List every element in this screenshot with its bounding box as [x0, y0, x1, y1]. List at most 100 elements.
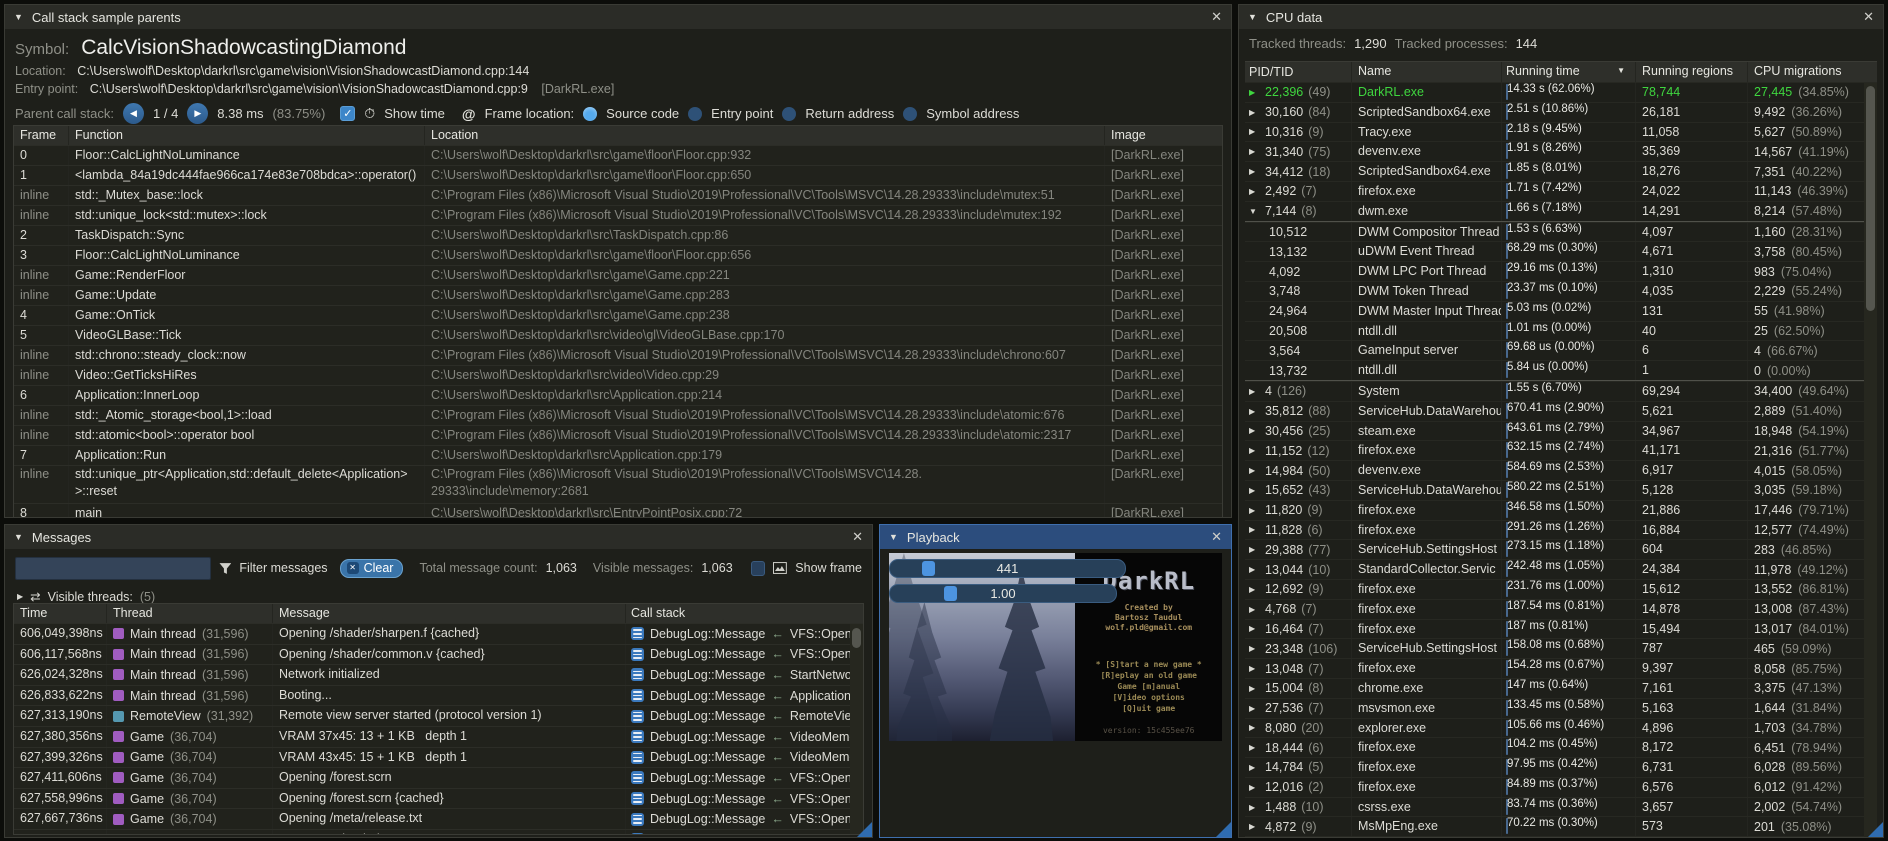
callstack-cell[interactable]: DebugLog::Message←VideoMemo: [625, 727, 863, 747]
resize-grip[interactable]: [1216, 822, 1231, 837]
cpu-process-row[interactable]: ▶16,464(7)firefox.exe187 ms (0.81%)15,49…: [1245, 619, 1877, 639]
callstack-table-row[interactable]: inlinestd::unique_lock<std::mutex>::lock…: [14, 205, 1222, 225]
column-header-image[interactable]: Image: [1104, 126, 1222, 145]
callstack-list-icon[interactable]: [631, 792, 644, 805]
expand-icon[interactable]: ▶: [1249, 565, 1260, 574]
cpu-process-row[interactable]: 3,564GameInput server69.68 us (0.00%)64(…: [1245, 340, 1877, 360]
column-header-location[interactable]: Location: [424, 126, 1104, 145]
cpu-process-row[interactable]: ▶13,048(7)firefox.exe154.28 ms (0.67%)9,…: [1245, 658, 1877, 678]
collapse-icon[interactable]: ▼: [1248, 12, 1257, 22]
column-header-callstack[interactable]: Call stack: [625, 604, 863, 623]
expand-icon[interactable]: ▶: [1249, 147, 1260, 156]
message-row[interactable]: 626,024,328nsMain thread(31,596)Network …: [14, 664, 863, 685]
message-row[interactable]: 606,117,568nsMain thread(31,596)Opening …: [14, 644, 863, 665]
expand-icon[interactable]: ▶: [1249, 704, 1260, 713]
expand-icon[interactable]: ▶: [1249, 88, 1260, 97]
message-row[interactable]: 606,049,398nsMain thread(31,596)Opening …: [14, 623, 863, 644]
expand-icon[interactable]: ▶: [1249, 446, 1260, 455]
messages-scrollbar[interactable]: [850, 624, 863, 834]
expand-icon[interactable]: ▶: [17, 592, 23, 601]
message-row[interactable]: 627,667,736nsGame(36,704)Opening /meta/r…: [14, 808, 863, 829]
expand-icon[interactable]: ▶: [1249, 426, 1260, 435]
cpu-process-row[interactable]: 24,964DWM Master Input Thread5.03 ms (0.…: [1245, 301, 1877, 321]
expand-icon[interactable]: ▶: [1249, 723, 1260, 732]
cpu-process-row[interactable]: ▶4,872(9)MsMpEng.exe70.22 ms (0.30%)5732…: [1245, 816, 1877, 836]
playback-speed-slider[interactable]: 1.00: [889, 584, 1117, 603]
next-callstack-button[interactable]: ▶: [187, 103, 208, 124]
cpu-process-row[interactable]: ▶10,316(9)Tracy.exe2.18 s (9.45%)11,0585…: [1245, 122, 1877, 142]
cpu-process-row[interactable]: ▶27,536(7)msvsmon.exe133.45 ms (0.58%)5,…: [1245, 698, 1877, 718]
callstack-table-row[interactable]: inlinestd::_Atomic_storage<bool,1>::load…: [14, 405, 1222, 425]
message-row[interactable]: 627,313,190nsRemoteView(31,392)Remote vi…: [14, 705, 863, 726]
callstack-table-row[interactable]: inlineVideo::GetTicksHiResC:\Users\wolf\…: [14, 365, 1222, 385]
frame-location-radio-source-code[interactable]: [583, 107, 597, 121]
callstack-list-icon[interactable]: [631, 648, 644, 661]
collapse-icon[interactable]: ▼: [14, 12, 23, 22]
close-icon[interactable]: ✕: [1863, 9, 1874, 25]
callstack-cell[interactable]: DebugLog::Message←VFS::Open: [625, 624, 863, 644]
column-header-message[interactable]: Message: [272, 604, 625, 623]
expand-icon[interactable]: ▶: [1249, 387, 1260, 396]
callstack-table-row[interactable]: 6Application::InnerLoopC:\Users\wolf\Des…: [14, 385, 1222, 405]
column-header-thread[interactable]: Thread: [106, 604, 272, 623]
callstack-list-icon[interactable]: [631, 771, 644, 784]
cpu-process-row[interactable]: ▶35,812(88)ServiceHub.DataWarehou670.41 …: [1245, 401, 1877, 421]
close-icon[interactable]: ✕: [1211, 9, 1222, 25]
column-header-running-regions[interactable]: Running regions: [1635, 62, 1747, 82]
cpu-process-row[interactable]: 4,092DWM LPC Port Thread29.16 ms (0.13%)…: [1245, 261, 1877, 281]
callstack-cell[interactable]: DebugLog::Message←StartNetwo: [625, 665, 863, 685]
callstack-list-icon[interactable]: [631, 627, 644, 640]
callstack-table-row[interactable]: inlinestd::unique_ptr<Application,std::d…: [14, 465, 1222, 503]
callstack-cell[interactable]: DebugLog::Message←VFS::Open: [625, 809, 863, 829]
callstack-table-row[interactable]: inlinestd::chrono::steady_clock::nowC:\P…: [14, 345, 1222, 365]
column-header-cpu-migrations[interactable]: CPU migrations: [1747, 62, 1877, 82]
expand-icon[interactable]: ▶: [1249, 803, 1260, 812]
callstack-table-row[interactable]: 4Game::OnTickC:\Users\wolf\Desktop\darkr…: [14, 305, 1222, 325]
expand-icon[interactable]: ▶: [1249, 684, 1260, 693]
cpu-process-row[interactable]: ▶13,044(10)StandardCollector.Servic242.4…: [1245, 559, 1877, 579]
expand-icon[interactable]: ▶: [1249, 585, 1260, 594]
frame-location-radio-symbol-address[interactable]: [903, 107, 917, 121]
expand-icon[interactable]: ▶: [1249, 108, 1260, 117]
callstack-cell[interactable]: DebugLog::Message←VFS::Open: [625, 768, 863, 788]
cpu-process-row[interactable]: ▶14,984(50)devenv.exe584.69 ms (2.53%)6,…: [1245, 460, 1877, 480]
expand-icon[interactable]: ▶: [1249, 407, 1260, 416]
cpu-process-row[interactable]: ▶31,340(75)devenv.exe1.91 s (8.26%)35,36…: [1245, 141, 1877, 161]
show-time-checkbox[interactable]: ✓: [340, 106, 355, 121]
column-header-name[interactable]: Name: [1351, 62, 1501, 82]
column-header-function[interactable]: Function: [68, 126, 424, 145]
cpu-process-row[interactable]: 13,132uDWM Event Thread68.29 ms (0.30%)4…: [1245, 241, 1877, 261]
cpu-process-row[interactable]: ▶4,768(7)firefox.exe187.54 ms (0.81%)14,…: [1245, 599, 1877, 619]
close-icon[interactable]: ✕: [1211, 529, 1222, 545]
cpu-process-row[interactable]: ▶12,692(9)firefox.exe231.76 ms (1.00%)15…: [1245, 579, 1877, 599]
callstack-list-icon[interactable]: [631, 689, 644, 702]
callstack-table-row[interactable]: inlineGame::RenderFloorC:\Users\wolf\Des…: [14, 265, 1222, 285]
frame-image-slider[interactable]: 441: [889, 559, 1126, 578]
cpu-process-row[interactable]: 13,732ntdll.dll5.84 us (0.00%)10(0.00%): [1245, 360, 1877, 380]
cpu-process-row[interactable]: 3,748DWM Token Thread23.37 ms (0.10%)4,0…: [1245, 281, 1877, 301]
collapse-icon[interactable]: ▼: [1249, 207, 1260, 216]
cpu-scrollbar[interactable]: [1864, 83, 1877, 837]
callstack-list-icon[interactable]: [631, 730, 644, 743]
scrollbar-thumb[interactable]: [852, 628, 861, 648]
message-row[interactable]: 626,833,622nsMain thread(31,596)Booting.…: [14, 685, 863, 706]
callstack-list-icon[interactable]: [631, 751, 644, 764]
prev-callstack-button[interactable]: ◀: [123, 103, 144, 124]
cpu-process-row[interactable]: 20,508ntdll.dll1.01 ms (0.00%)4025(62.50…: [1245, 321, 1877, 341]
expand-icon[interactable]: ▶: [1249, 525, 1260, 534]
column-header-running-time[interactable]: Running time ▼: [1501, 62, 1635, 82]
cpu-process-row[interactable]: ▶30,160(84)ScriptedSandbox64.exe2.51 s (…: [1245, 102, 1877, 122]
cpu-process-row[interactable]: ▼7,144(8)dwm.exe1.66 s (7.18%)14,2918,21…: [1245, 201, 1877, 221]
frame-location-radio-entry-point[interactable]: [688, 107, 702, 121]
show-frame-checkbox[interactable]: [751, 561, 766, 576]
cpu-process-row[interactable]: ▶30,456(25)steam.exe643.61 ms (2.79%)34,…: [1245, 421, 1877, 441]
expand-icon[interactable]: ▶: [1249, 187, 1260, 196]
callstack-cell[interactable]: DebugLog::Message←VFS::Open: [625, 789, 863, 809]
expand-icon[interactable]: ▶: [1249, 486, 1260, 495]
message-row[interactable]: 627,380,356nsGame(36,704)VRAM 37x45: 13 …: [14, 726, 863, 747]
callstack-list-icon[interactable]: [631, 813, 644, 826]
callstack-table-row[interactable]: inlineGame::UpdateC:\Users\wolf\Desktop\…: [14, 285, 1222, 305]
scrollbar-thumb[interactable]: [1866, 86, 1875, 311]
callstack-cell[interactable]: DebugLog::Message←Application:: [625, 686, 863, 706]
message-row[interactable]: 627,558,996nsGame(36,704)Opening /forest…: [14, 788, 863, 809]
